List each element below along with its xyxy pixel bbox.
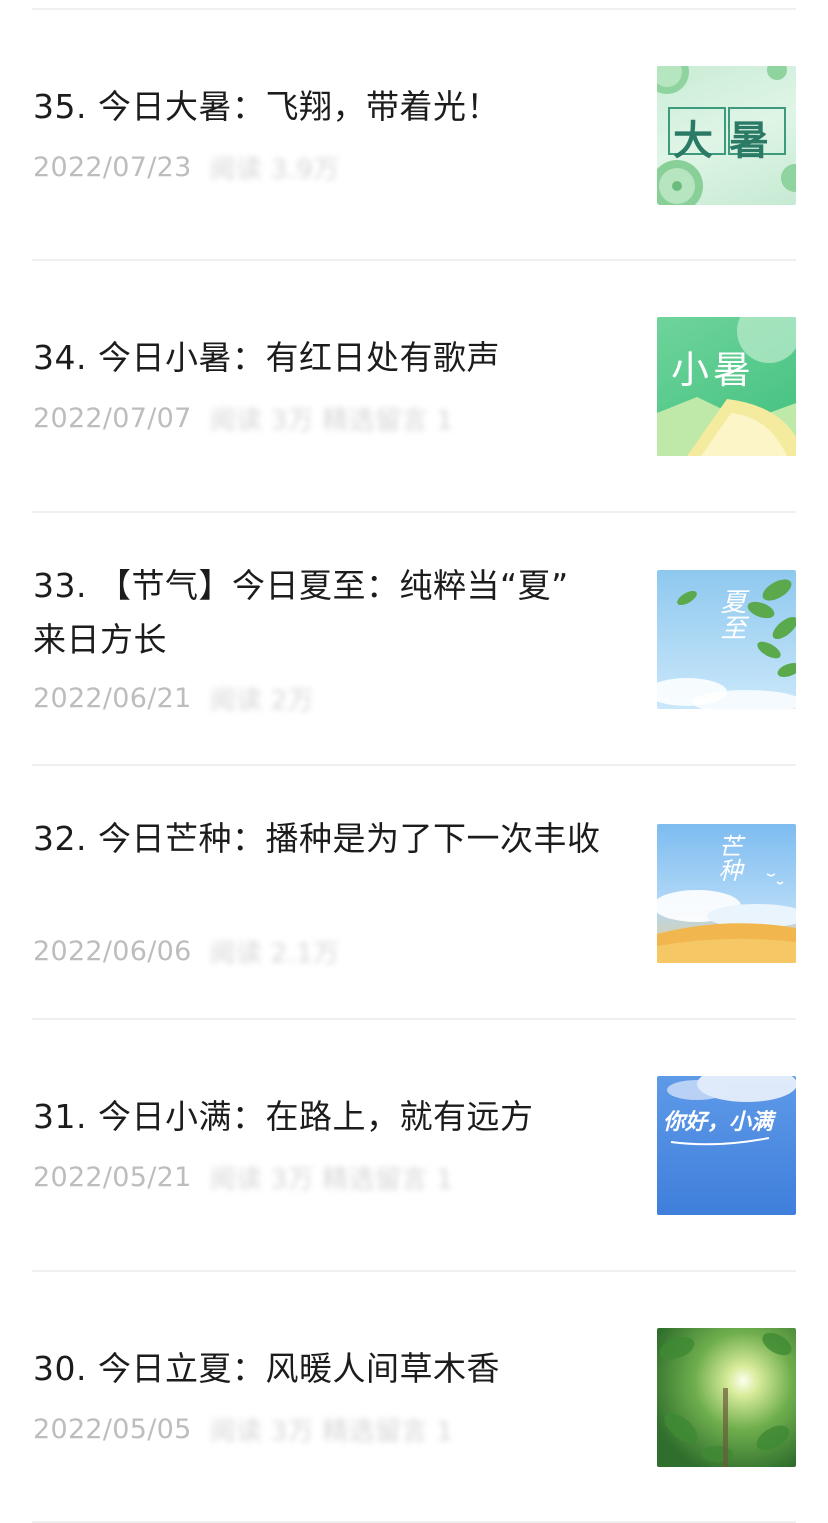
article-item-32[interactable]: 32. 今日芒种：播种是为了下一次丰收 2022/06/06 阅读 2.1万 芒… <box>0 766 828 1016</box>
article-meta: 2022/06/06 阅读 2.1万 <box>33 933 339 970</box>
thumbnail-xiaoman[interactable]: 你好，小满 <box>657 1076 796 1215</box>
read-count-blurred: 阅读 3万 精选留言 1 <box>209 406 454 436</box>
article-date: 2022/07/07 <box>33 403 192 434</box>
article-date: 2022/06/21 <box>33 683 192 714</box>
read-count-blurred: 阅读 2.1万 <box>209 939 340 969</box>
thumbnail-mangzhong[interactable]: 芒种 <box>657 824 796 963</box>
article-meta: 2022/05/05 阅读 3万 精选留言 1 <box>33 1411 453 1448</box>
article-title: 34. 今日小暑：有红日处有歌声 <box>33 338 500 377</box>
article-title: 30. 今日立夏：风暖人间草木香 <box>33 1349 500 1388</box>
article-item-31[interactable]: 31. 今日小满：在路上，就有远方 2022/05/21 阅读 3万 精选留言 … <box>0 1020 828 1270</box>
article-title: 32. 今日芒种：播种是为了下一次丰收 <box>33 819 601 858</box>
article-item-33[interactable]: 33. 【节气】今日夏至：纯粹当“夏” 来日方长 2022/06/21 阅读 2… <box>0 513 828 763</box>
article-date: 2022/07/23 <box>33 152 192 183</box>
article-date: 2022/06/06 <box>33 936 192 967</box>
thumbnail-lixia[interactable] <box>657 1328 796 1467</box>
article-meta: 2022/07/23 阅读 3.9万 <box>33 149 339 186</box>
thumbnail-dashu[interactable]: 大暑 <box>657 66 796 205</box>
thumbnail-caption: 小暑 <box>671 348 756 392</box>
article-title: 31. 今日小满：在路上，就有远方 <box>33 1097 534 1136</box>
read-count-blurred: 阅读 3.9万 <box>209 155 340 185</box>
thumbnail-caption: 你好，小满 <box>663 1110 774 1135</box>
article-title: 33. 【节气】今日夏至：纯粹当“夏” 来日方长 <box>33 566 569 659</box>
read-count-blurred: 阅读 3万 精选留言 1 <box>209 1165 454 1195</box>
thumbnail-caption: 芒种 <box>714 834 742 882</box>
article-meta: 2022/06/21 阅读 2万 <box>33 680 314 717</box>
article-meta: 2022/07/07 阅读 3万 精选留言 1 <box>33 400 453 437</box>
article-date: 2022/05/05 <box>33 1414 192 1445</box>
article-title: 35. 今日大暑：飞翔，带着光！ <box>33 87 500 126</box>
article-item-34[interactable]: 34. 今日小暑：有红日处有歌声 2022/07/07 阅读 3万 精选留言 1… <box>0 261 828 511</box>
article-date: 2022/05/21 <box>33 1162 192 1193</box>
article-item-30[interactable]: 30. 今日立夏：风暖人间草木香 2022/05/05 阅读 3万 精选留言 1 <box>0 1272 828 1522</box>
article-meta: 2022/05/21 阅读 3万 精选留言 1 <box>33 1159 453 1196</box>
thumbnail-caption: 大暑 <box>673 118 785 164</box>
article-item-35[interactable]: 35. 今日大暑：飞翔，带着光！ 2022/07/23 阅读 3.9万 大暑 <box>0 10 828 260</box>
thumbnail-xiazhi[interactable]: 夏至 <box>657 570 796 709</box>
thumbnail-caption: 夏至 <box>716 588 746 640</box>
read-count-blurred: 阅读 3万 精选留言 1 <box>209 1417 454 1447</box>
thumbnail-xiaoshu[interactable]: 小暑 <box>657 317 796 456</box>
read-count-blurred: 阅读 2万 <box>209 686 314 716</box>
